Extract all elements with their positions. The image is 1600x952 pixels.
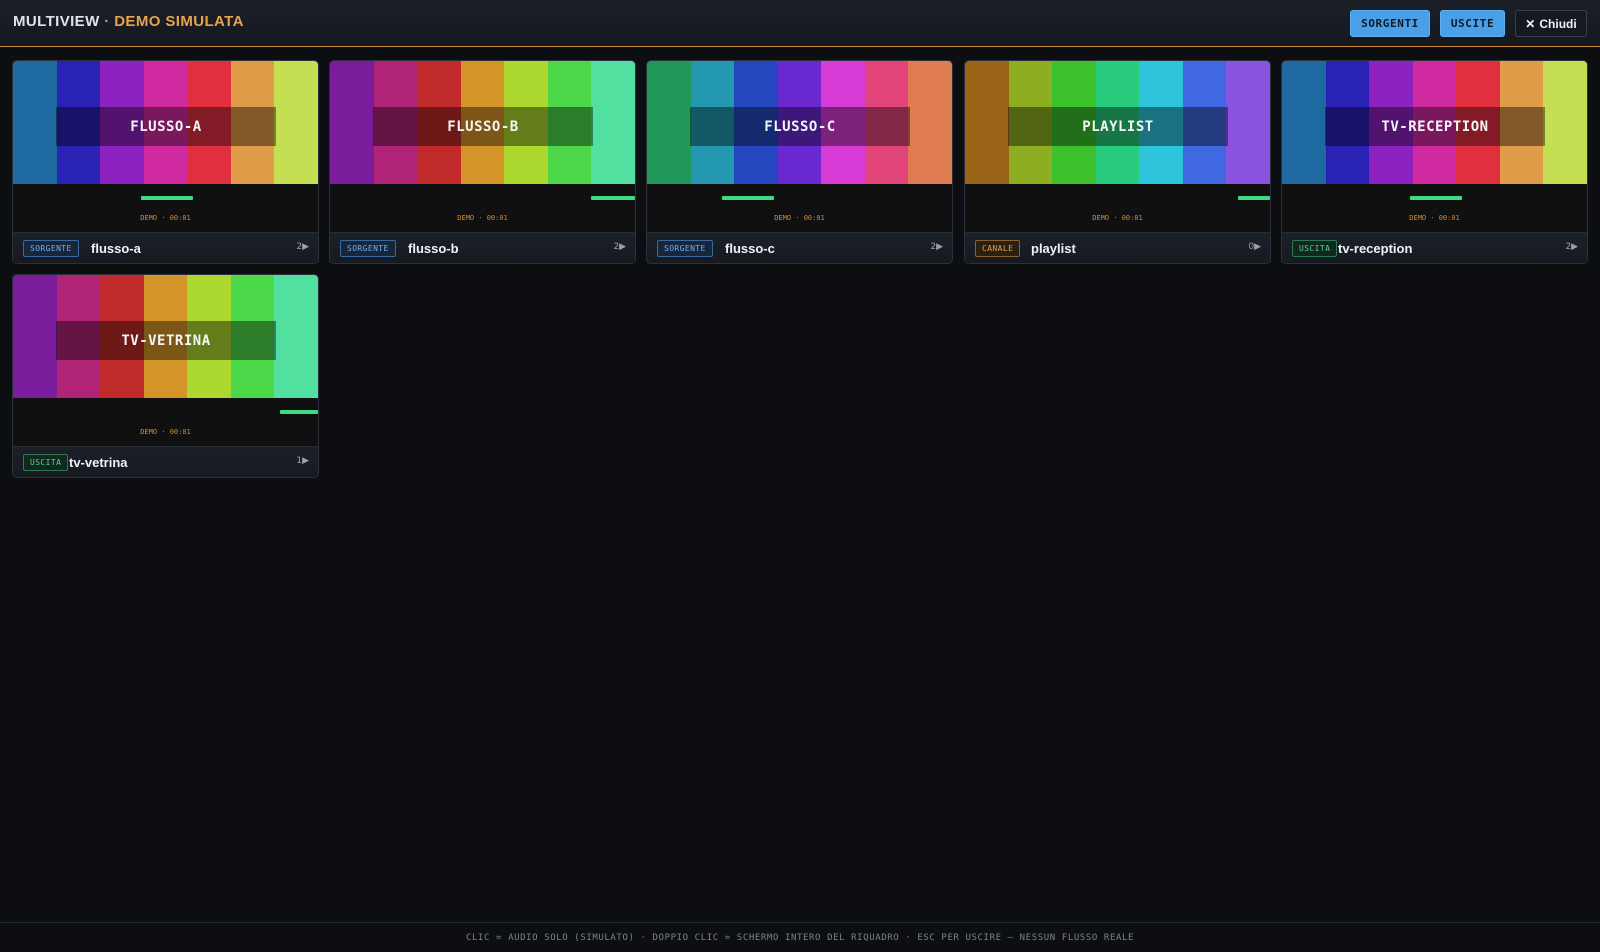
top-bar: MULTIVIEW · DEMO SIMULATA SORGENTI USCIT… xyxy=(0,0,1600,47)
tile-overlay-label: FLUSSO-C xyxy=(690,107,910,146)
close-button-label: Chiudi xyxy=(1539,16,1577,31)
audio-strip: DEMO · 00:01 xyxy=(647,184,952,232)
audio-level-meter xyxy=(722,196,774,200)
color-bar xyxy=(647,61,691,184)
app-title-main: MULTIVIEW xyxy=(13,13,100,30)
audio-level-meter xyxy=(1238,196,1270,200)
route-count: 2▶ xyxy=(930,242,943,252)
demo-timecode: DEMO · 00:01 xyxy=(140,428,191,436)
audio-strip: DEMO · 00:01 xyxy=(13,184,318,232)
tile-overlay-label: TV-VETRINA xyxy=(56,321,276,360)
route-count: 0▶ xyxy=(1248,242,1261,252)
type-badge: SORGENTE xyxy=(657,240,713,257)
app-title-separator: · xyxy=(99,13,115,30)
color-bar xyxy=(1282,61,1326,184)
tile-footer: SORGENTE flusso-c 2▶ xyxy=(647,232,952,263)
demo-timecode: DEMO · 00:01 xyxy=(774,214,825,222)
audio-level-meter xyxy=(1410,196,1462,200)
stream-tile[interactable]: TV-RECEPTION DEMO · 00:01 USCITA tv-recepti… xyxy=(1281,60,1588,264)
close-icon: ✕ xyxy=(1525,16,1536,31)
demo-timecode: DEMO · 00:01 xyxy=(140,214,191,222)
color-bar xyxy=(274,275,318,398)
stream-name: tv-reception xyxy=(1338,241,1413,256)
outputs-button[interactable]: USCITE xyxy=(1440,10,1505,37)
route-count: 2▶ xyxy=(613,242,626,252)
type-badge: SORGENTE xyxy=(23,240,79,257)
stream-name: tv-vetrina xyxy=(69,455,128,470)
stream-tile[interactable]: FLUSSO-C DEMO · 00:01 SORGENTE flusso-c 2▶ xyxy=(646,60,953,264)
route-count: 2▶ xyxy=(1565,242,1578,252)
audio-strip: DEMO · 00:01 xyxy=(965,184,1270,232)
close-button[interactable]: ✕ Chiudi xyxy=(1515,10,1587,37)
type-badge: USCITA xyxy=(1292,240,1338,257)
tile-overlay-label: TV-RECEPTION xyxy=(1325,107,1545,146)
color-bar xyxy=(13,275,57,398)
stream-tile[interactable]: FLUSSO-A DEMO · 00:01 SORGENTE flusso-a 2▶ xyxy=(12,60,319,264)
stream-tile[interactable]: TV-VETRINA DEMO · 00:01 USCITA tv-vetrina 1▶ xyxy=(12,274,319,478)
tile-overlay-label: FLUSSO-A xyxy=(56,107,276,146)
tile-overlay-label: PLAYLIST xyxy=(1008,107,1228,146)
stream-name: playlist xyxy=(1031,241,1076,256)
color-bar xyxy=(13,61,57,184)
type-badge: SORGENTE xyxy=(340,240,396,257)
tile-footer: USCITA tv-vetrina 1▶ xyxy=(13,446,318,477)
audio-strip: DEMO · 00:01 xyxy=(13,398,318,446)
demo-timecode: DEMO · 00:01 xyxy=(1092,214,1143,222)
audio-strip: DEMO · 00:01 xyxy=(330,184,635,232)
stream-name: flusso-c xyxy=(725,241,775,256)
demo-timecode: DEMO · 00:01 xyxy=(1409,214,1460,222)
stream-tile[interactable]: FLUSSO-B DEMO · 00:01 SORGENTE flusso-b 2▶ xyxy=(329,60,636,264)
tile-footer: SORGENTE flusso-b 2▶ xyxy=(330,232,635,263)
audio-strip: DEMO · 00:01 xyxy=(1282,184,1587,232)
route-count: 2▶ xyxy=(296,242,309,252)
tile-overlay-label: FLUSSO-B xyxy=(373,107,593,146)
stream-name: flusso-a xyxy=(91,241,141,256)
color-bar xyxy=(274,61,318,184)
color-bar xyxy=(1543,61,1587,184)
tile-footer: USCITA tv-reception 2▶ xyxy=(1282,232,1587,263)
audio-level-meter xyxy=(280,410,318,414)
footer-hint: CLIC = AUDIO SOLO (SIMULATO) · DOPPIO CL… xyxy=(0,922,1600,952)
color-bar xyxy=(1226,61,1270,184)
route-count: 1▶ xyxy=(296,456,309,466)
app-title-mode: DEMO SIMULATA xyxy=(114,13,244,30)
type-badge: USCITA xyxy=(23,454,69,471)
color-bar xyxy=(908,61,952,184)
audio-level-meter xyxy=(591,196,635,200)
demo-timecode: DEMO · 00:01 xyxy=(457,214,508,222)
stream-name: flusso-b xyxy=(408,241,459,256)
tile-footer: CANALE playlist 0▶ xyxy=(965,232,1270,263)
tile-footer: SORGENTE flusso-a 2▶ xyxy=(13,232,318,263)
color-bar xyxy=(965,61,1009,184)
audio-level-meter xyxy=(141,196,193,200)
type-badge: CANALE xyxy=(975,240,1021,257)
sources-button[interactable]: SORGENTI xyxy=(1350,10,1430,37)
color-bar xyxy=(330,61,374,184)
stream-tile[interactable]: PLAYLIST DEMO · 00:01 CANALE playlist 0▶ xyxy=(964,60,1271,264)
color-bar xyxy=(591,61,635,184)
app-title: MULTIVIEW · DEMO SIMULATA xyxy=(13,13,244,30)
